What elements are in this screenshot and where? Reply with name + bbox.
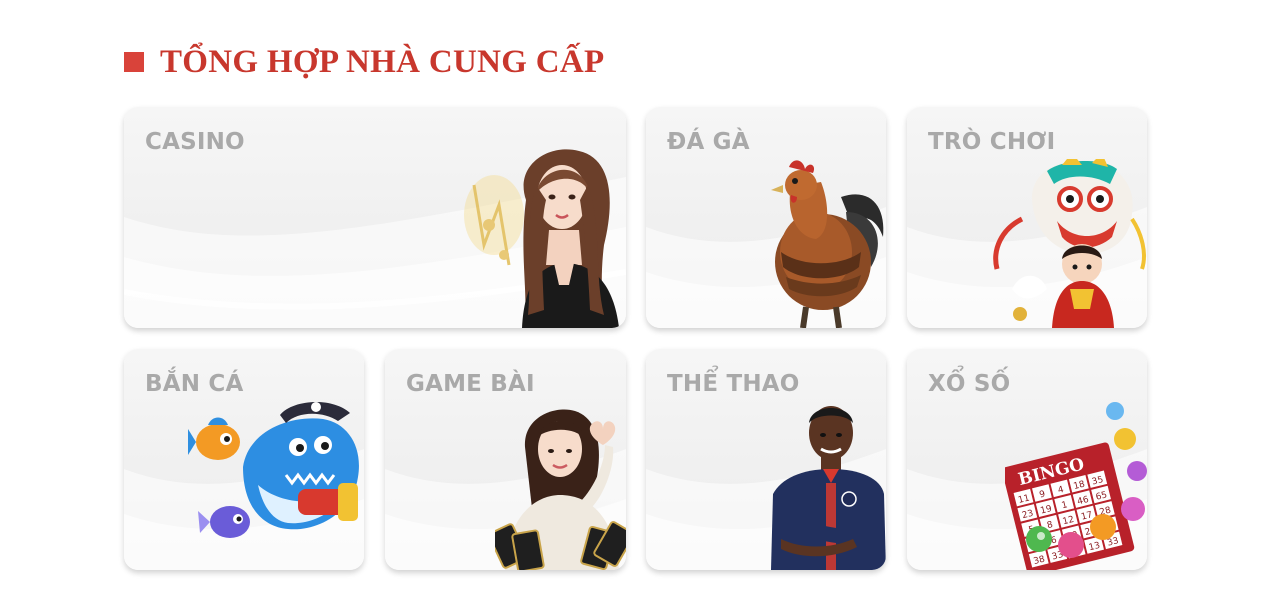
card-label: BẮN CÁ bbox=[145, 371, 244, 397]
card-label: ĐÁ GÀ bbox=[667, 129, 750, 155]
rooster-illustration bbox=[771, 160, 884, 328]
provider-card-the-thao[interactable]: THỂ THAO bbox=[646, 349, 886, 570]
title-marker bbox=[124, 52, 144, 72]
fish-shooter-illustration bbox=[188, 401, 359, 538]
provider-card-game-bai[interactable]: GAME BÀI bbox=[385, 349, 626, 570]
casino-dealer-illustration bbox=[464, 149, 619, 328]
card-label: XỔ SỐ bbox=[928, 371, 1011, 397]
card-game-girl-illustration bbox=[495, 409, 626, 570]
provider-card-tro-choi[interactable]: TRÒ CHƠI bbox=[907, 107, 1147, 328]
lion-dance-illustration bbox=[993, 159, 1146, 328]
card-label: CASINO bbox=[145, 129, 245, 155]
provider-card-ban-ca[interactable]: BẮN CÁ bbox=[124, 349, 364, 570]
card-label: GAME BÀI bbox=[406, 371, 535, 397]
card-label: TRÒ CHƠI bbox=[928, 129, 1056, 155]
provider-card-xo-so[interactable]: XỔ SỐ BINGO 1194183523191466558121728276… bbox=[907, 349, 1147, 570]
section-title: TỔNG HỢP NHÀ CUNG CẤP bbox=[160, 43, 605, 80]
provider-card-casino[interactable]: CASINO bbox=[124, 107, 626, 328]
section-header: TỔNG HỢP NHÀ CUNG CẤP bbox=[124, 40, 604, 84]
card-label: THỂ THAO bbox=[667, 371, 800, 397]
provider-card-da-ga[interactable]: ĐÁ GÀ bbox=[646, 107, 886, 328]
football-player-illustration bbox=[771, 406, 886, 570]
bingo-card-illustration: BINGO 1194183523191466558121728276202124… bbox=[1005, 402, 1147, 570]
